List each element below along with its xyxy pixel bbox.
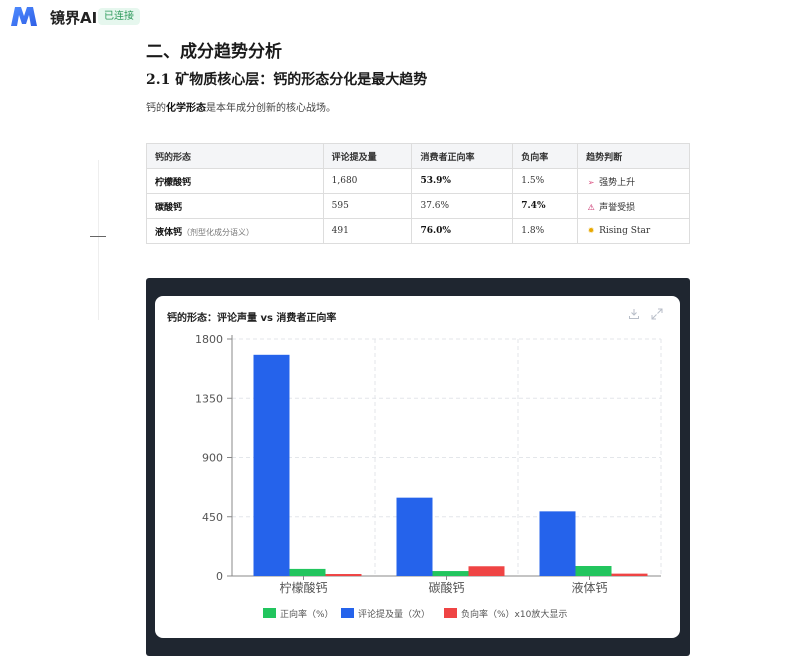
form-name: 柠檬酸钙 [155,177,192,188]
bar [468,566,505,576]
form-note: （剂型化成分语义） [182,227,255,237]
star-icon: ✹ [587,226,595,235]
bar [253,354,290,576]
bar-chart: 0 450 900 1350 1800 柠檬酸钙 碳酸钙 液体钙正向率（%） 评论提及量（次） 负… [195,333,662,620]
legend-swatch [341,608,354,618]
form-name: 液体钙 [155,227,183,238]
legend-swatch [444,608,457,618]
column-header: 评论提及量 [322,143,413,169]
positive-cell: 76.0% [411,218,514,244]
positive-cell: 53.9% [411,168,514,194]
intro-paragraph: 钙的化学形态是本年成分创新的核心战场。 [146,99,336,114]
trend-cell: ✹ Rising Star [577,218,690,244]
column-header: 消费者正向率 [411,143,514,169]
trend-label: 声誉受损 [599,202,636,213]
legend-label: 负向率（%）x10放大显示 [461,608,567,620]
intro-bold: 化学形态 [166,103,206,114]
legend-label: 评论提及量（次） [358,608,430,620]
x-tick-label: 柠檬酸钙 [279,580,327,595]
y-tick-label: 1350 [195,392,223,405]
trend-label: Rising Star [599,226,651,236]
x-tick-label: 液体钙 [571,580,607,595]
form-name: 碳酸钙 [155,202,183,213]
y-tick-label: 1800 [195,333,223,346]
mentions-cell: 491 [322,218,413,244]
table-header-row: 钙的形态 评论提及量 消费者正向率 负向率 趋势判断 [146,143,690,169]
mentions-cell: 595 [322,193,413,219]
form-cell: 液体钙（剂型化成分语义） [146,218,324,244]
bar [539,511,576,576]
rocket-icon: ➢ [587,177,595,187]
trend-label: 强势上升 [599,177,636,188]
table-row: 碳酸钙 595 37.6% 7.4% ⚠ 声誉受损 [146,193,690,219]
intro-suffix: 是本年成分创新的核心战场。 [206,103,336,114]
negative-cell: 7.4% [512,193,579,219]
chart-card: 钙的形态：评论声量 vs 消费者正向率 0 450 900 1350 1800 柠檬酸钙碳… [155,296,680,638]
legend-swatch [263,608,276,618]
bar [396,497,433,576]
calcium-forms-table: 钙的形态 评论提及量 消费者正向率 负向率 趋势判断 柠檬酸钙 1,680 53… [146,143,690,244]
bar [575,565,612,576]
bar [432,571,469,576]
form-cell: 柠檬酸钙 [146,168,324,194]
app-title: 镜界AI [50,9,98,27]
intro-prefix: 钙的 [146,103,166,114]
sidebar-divider [98,160,99,320]
y-tick-label: 450 [202,511,223,524]
mentions-cell: 1,680 [322,168,413,194]
column-header: 钙的形态 [146,143,324,169]
warning-icon: ⚠ [587,202,595,212]
subsection-title: 2.1 矿物质核心层：钙的形态分化是最大趋势 [146,72,428,88]
negative-cell: 1.5% [512,168,579,194]
app-logo-icon[interactable] [8,4,40,28]
x-tick-label: 碳酸钙 [428,580,464,595]
form-cell: 碳酸钙 [146,193,324,219]
y-tick-label: 0 [216,570,223,583]
column-header: 趋势判断 [577,143,690,169]
table-row: 柠檬酸钙 1,680 53.9% 1.5% ➢ 强势上升 [146,168,690,194]
app-header: 镜界AI 已连接 [0,0,799,34]
bar [611,573,648,576]
legend-label: 正向率（%） [280,608,334,620]
trend-cell: ⚠ 声誉受损 [577,193,690,219]
trend-cell: ➢ 强势上升 [577,168,690,194]
table-row: 液体钙（剂型化成分语义） 491 76.0% 1.8% ✹ Rising Star [146,218,690,244]
positive-cell: 37.6% [411,193,514,219]
section-title: 二、成分趋势分析 [146,42,282,62]
y-tick-label: 900 [202,452,223,465]
bar [325,574,362,576]
column-header: 负向率 [512,143,579,169]
connection-status-badge: 已连接 [98,8,140,25]
bar [289,568,326,576]
scroll-marker [90,236,106,237]
negative-cell: 1.8% [512,218,579,244]
